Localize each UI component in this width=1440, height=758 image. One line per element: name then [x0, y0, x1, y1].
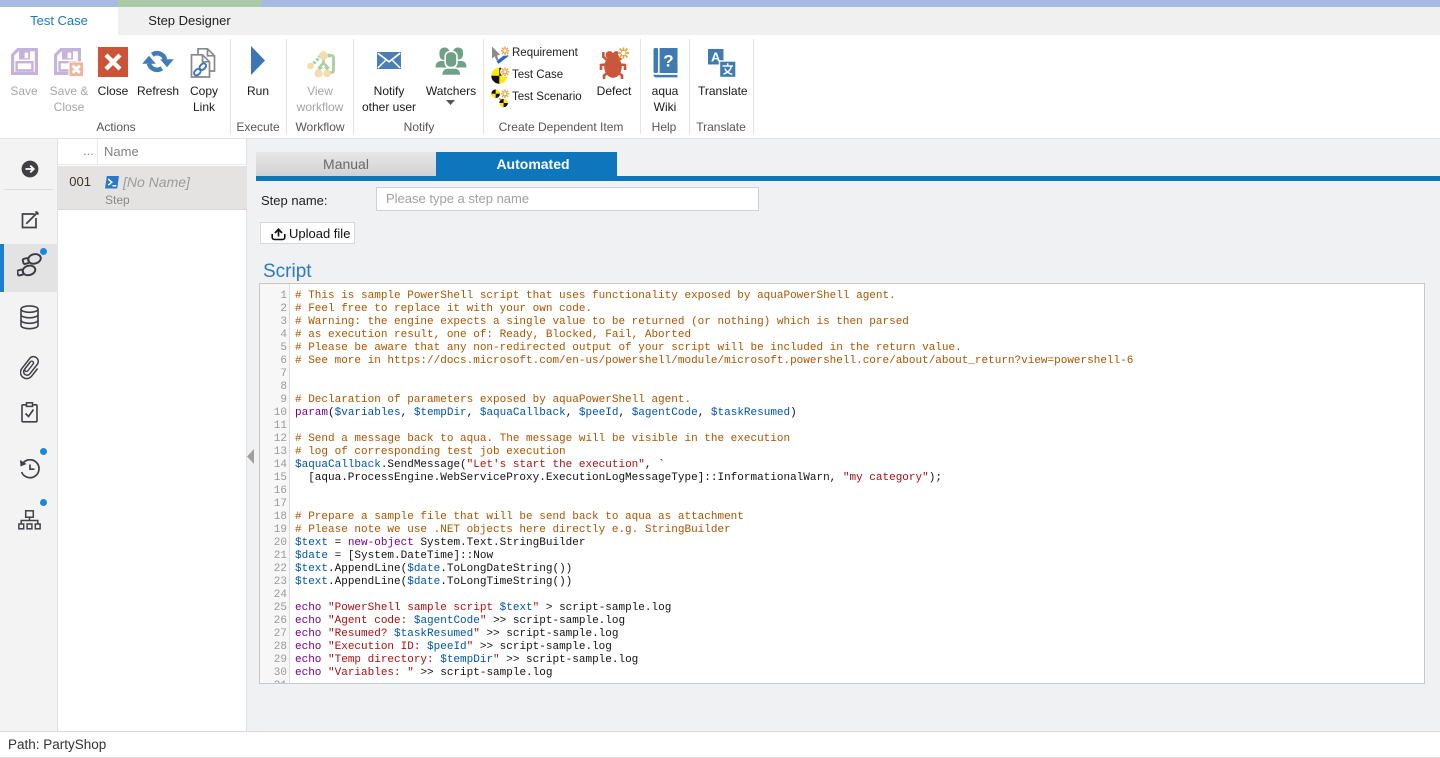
- svg-text:?: ?: [663, 52, 673, 71]
